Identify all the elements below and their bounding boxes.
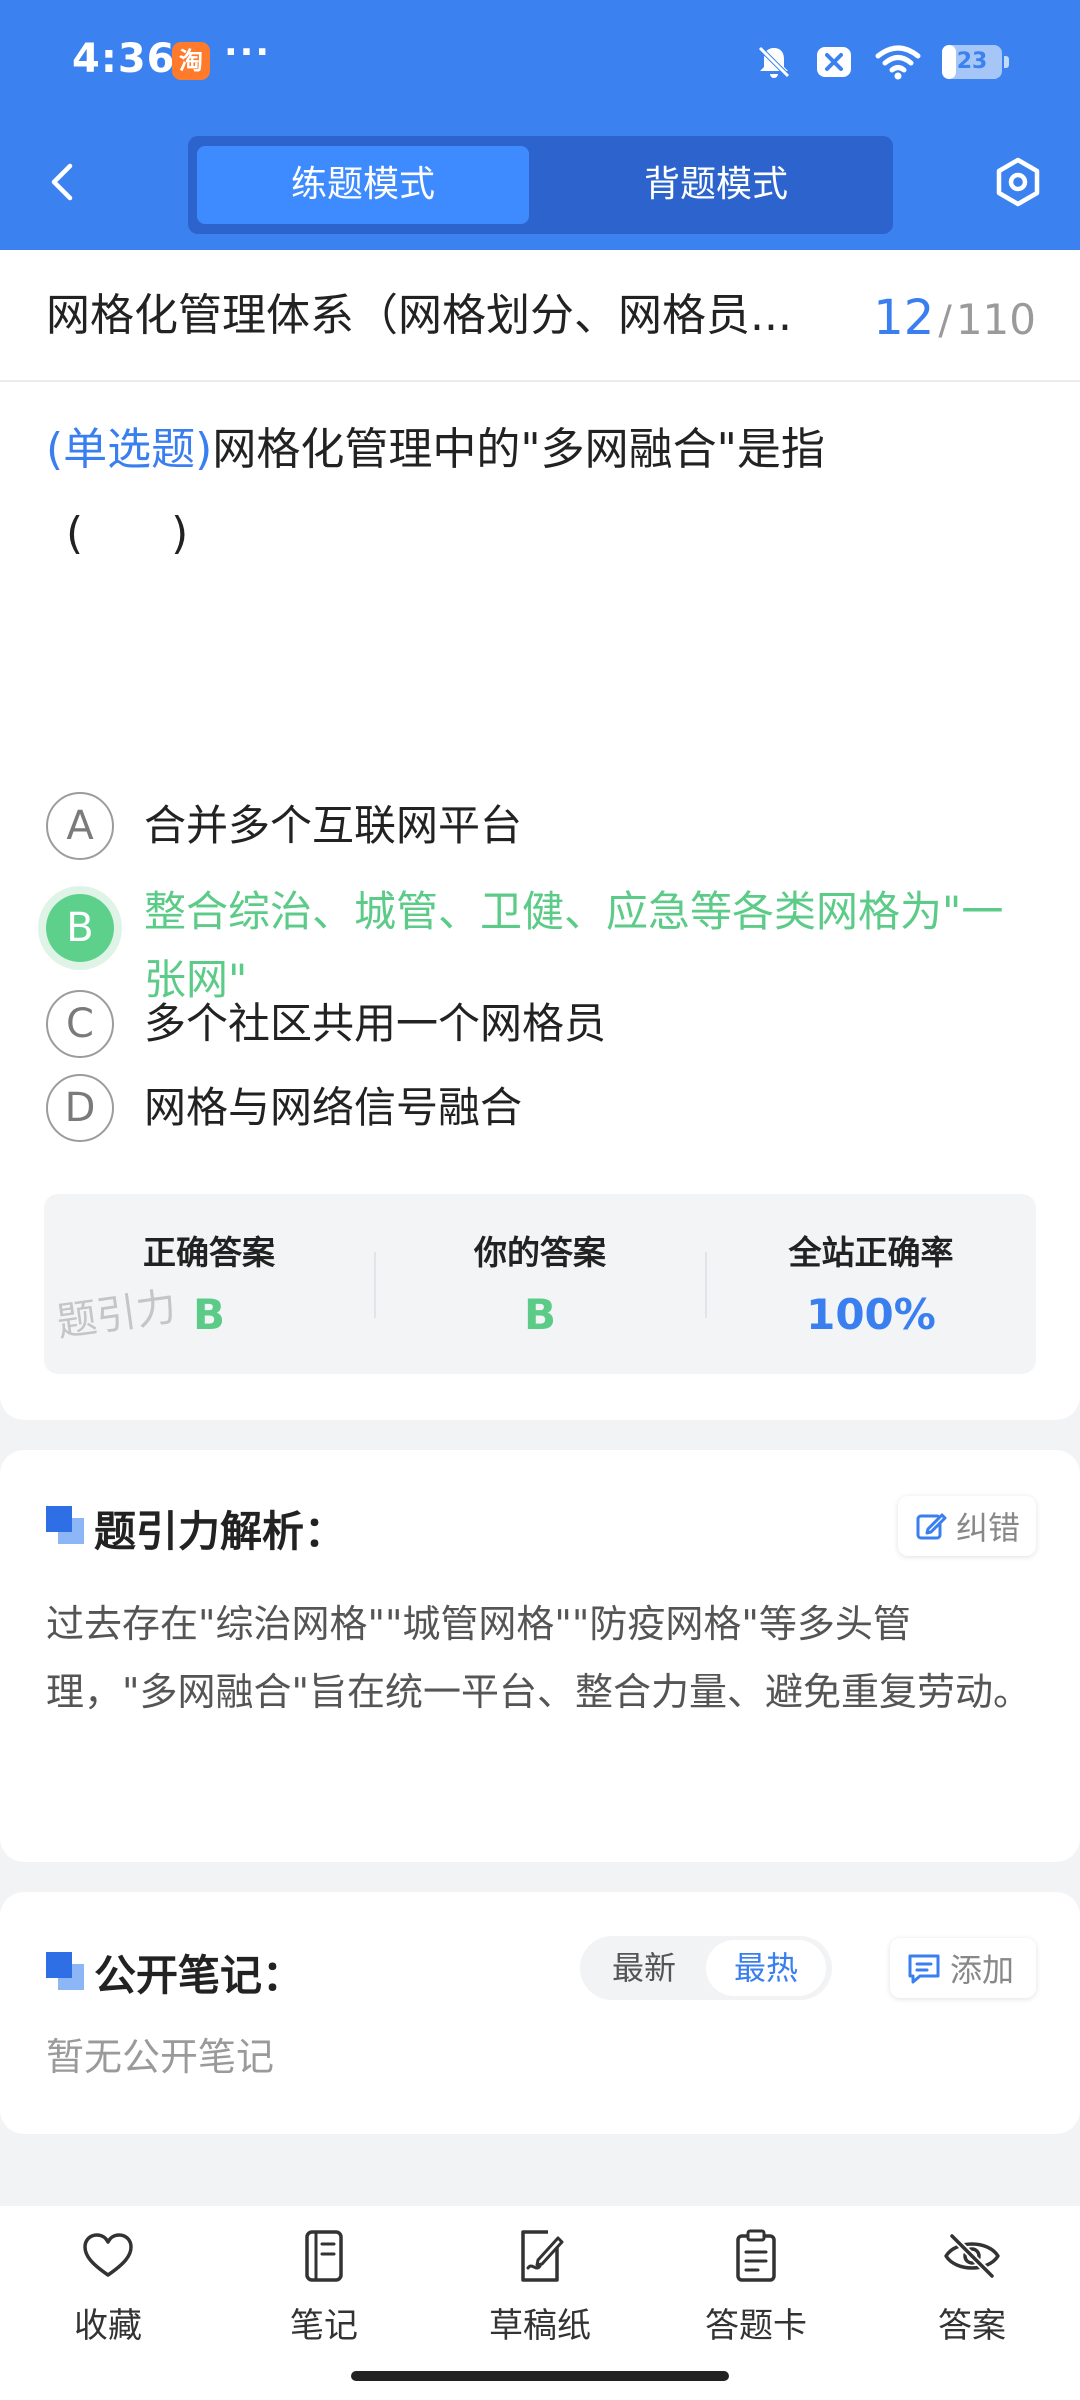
- nav-notes[interactable]: 笔记: [234, 2228, 414, 2358]
- edit-icon: [916, 1513, 947, 1540]
- status-time: 4:36: [72, 36, 176, 82]
- nav-answer-card[interactable]: 答题卡: [666, 2228, 846, 2358]
- status-bar: 4:36 淘 ··· 23: [0, 0, 1080, 120]
- nav-label: 答案: [938, 2306, 1006, 2346]
- back-arrow-icon[interactable]: [40, 158, 88, 206]
- bell-muted-icon: [758, 46, 790, 78]
- taobao-notification-icon: 淘: [172, 42, 210, 80]
- nav-label: 答题卡: [705, 2306, 807, 2346]
- notebook-icon: [305, 2230, 343, 2282]
- correct-answer-label: 正确答案: [143, 1233, 275, 1272]
- sort-latest[interactable]: 最新: [586, 1940, 702, 1996]
- notes-empty-text: 暂无公开笔记: [46, 2035, 275, 2079]
- your-answer-label: 你的答案: [474, 1233, 606, 1272]
- add-note-label: 添加: [950, 1951, 1015, 1989]
- nav-favorite[interactable]: 收藏: [18, 2228, 198, 2358]
- site-accuracy-value: 100%: [806, 1290, 936, 1339]
- home-indicator: [351, 2371, 729, 2381]
- option-text: 多个社区共用一个网格员: [144, 999, 607, 1048]
- eye-off-icon: [944, 2233, 1000, 2279]
- analysis-text: 过去存在"综治网格""城管网格""防疫网格"等多头管理，"多网融合"旨在统一平台…: [46, 1602, 1031, 1714]
- analysis-title: 题引力解析：: [94, 1507, 347, 1556]
- option-letter: D: [46, 1074, 114, 1142]
- option-d[interactable]: D 网格与网络信号融合: [46, 1074, 1036, 1142]
- question-text: 网格化管理中的"多网融合"是指: [212, 424, 825, 475]
- your-answer-column: 你的答案 B: [375, 1194, 705, 1374]
- sort-hottest[interactable]: 最热: [706, 1940, 826, 1996]
- app-header: 4:36 淘 ··· 23 练题模式 背题模式: [0, 0, 1080, 250]
- nav-answer[interactable]: 答案: [882, 2228, 1062, 2358]
- nav-draft-paper[interactable]: 草稿纸: [450, 2228, 630, 2358]
- battery-level: 23: [956, 49, 988, 74]
- option-c[interactable]: C 多个社区共用一个网格员: [46, 990, 1036, 1058]
- total-question-count: 110: [955, 295, 1036, 344]
- question-card: (单选题)网格化管理中的"多网融合"是指 ( ) A 合并多个互联网平台 B 整…: [0, 382, 1080, 1420]
- answer-card-icon: [736, 2229, 776, 2282]
- public-notes-title: 公开笔记：: [94, 1951, 305, 2000]
- option-text: 网格与网络信号融合: [144, 1083, 523, 1132]
- public-notes-card: 公开笔记： 最新 最热 添加 暂无公开笔记: [0, 1892, 1080, 2134]
- comment-icon: [908, 1954, 940, 1984]
- analysis-card: 题引力解析： 纠错 过去存在"综治网格""城管网格""防疫网格"等多头管理，"多…: [0, 1450, 1080, 1862]
- your-answer-value: B: [523, 1290, 556, 1339]
- heart-icon: [83, 2233, 133, 2277]
- more-notifications-icon: ···: [224, 32, 272, 73]
- site-accuracy-label: 全站正确率: [788, 1233, 954, 1272]
- section-squares-icon: [46, 1952, 84, 1990]
- current-question-number: 12: [873, 290, 935, 346]
- site-accuracy-column: 全站正确率 100%: [706, 1194, 1036, 1374]
- notes-sort-toggle: 最新 最热: [580, 1936, 832, 2000]
- chapter-title: 网格化管理体系（网格划分、网格员...: [46, 290, 792, 341]
- option-letter: B: [46, 894, 114, 962]
- nav-label: 草稿纸: [489, 2306, 591, 2346]
- nav-label: 收藏: [74, 2306, 142, 2346]
- tab-practice-mode[interactable]: 练题模式: [197, 146, 529, 224]
- option-letter: A: [46, 792, 114, 860]
- question-progress[interactable]: 12/110: [873, 288, 1036, 351]
- settings-icon[interactable]: [992, 156, 1044, 208]
- blocked-app-icon: [817, 47, 851, 77]
- question-type: (单选题): [46, 424, 213, 475]
- progress-separator: /: [938, 298, 952, 344]
- battery-icon: 23: [942, 45, 1009, 79]
- wifi-icon: [875, 45, 921, 80]
- chapter-bar[interactable]: 网格化管理体系（网格划分、网格员... 12/110: [0, 250, 1080, 382]
- nav-label: 笔记: [290, 2306, 358, 2346]
- tab-memorize-mode[interactable]: 背题模式: [548, 146, 884, 224]
- draft-paper-icon: [521, 2230, 564, 2282]
- question-blank: ( ): [66, 508, 189, 559]
- status-icons: 23: [754, 42, 1009, 82]
- battery-tip: [1004, 56, 1009, 68]
- answer-result-panel: 正确答案 B 你的答案 B 全站正确率 100% 题引力: [44, 1194, 1036, 1374]
- option-letter: C: [46, 990, 114, 1058]
- option-text: 合并多个互联网平台: [144, 801, 523, 850]
- option-a[interactable]: A 合并多个互联网平台: [46, 792, 1036, 860]
- mode-switch: 练题模式 背题模式: [188, 136, 893, 234]
- report-error-label: 纠错: [956, 1509, 1021, 1547]
- question-stem: (单选题)网格化管理中的"多网融合"是指: [46, 408, 1026, 492]
- report-error-button[interactable]: 纠错: [898, 1496, 1036, 1556]
- section-squares-icon: [46, 1506, 84, 1544]
- add-note-button[interactable]: 添加: [890, 1938, 1036, 1998]
